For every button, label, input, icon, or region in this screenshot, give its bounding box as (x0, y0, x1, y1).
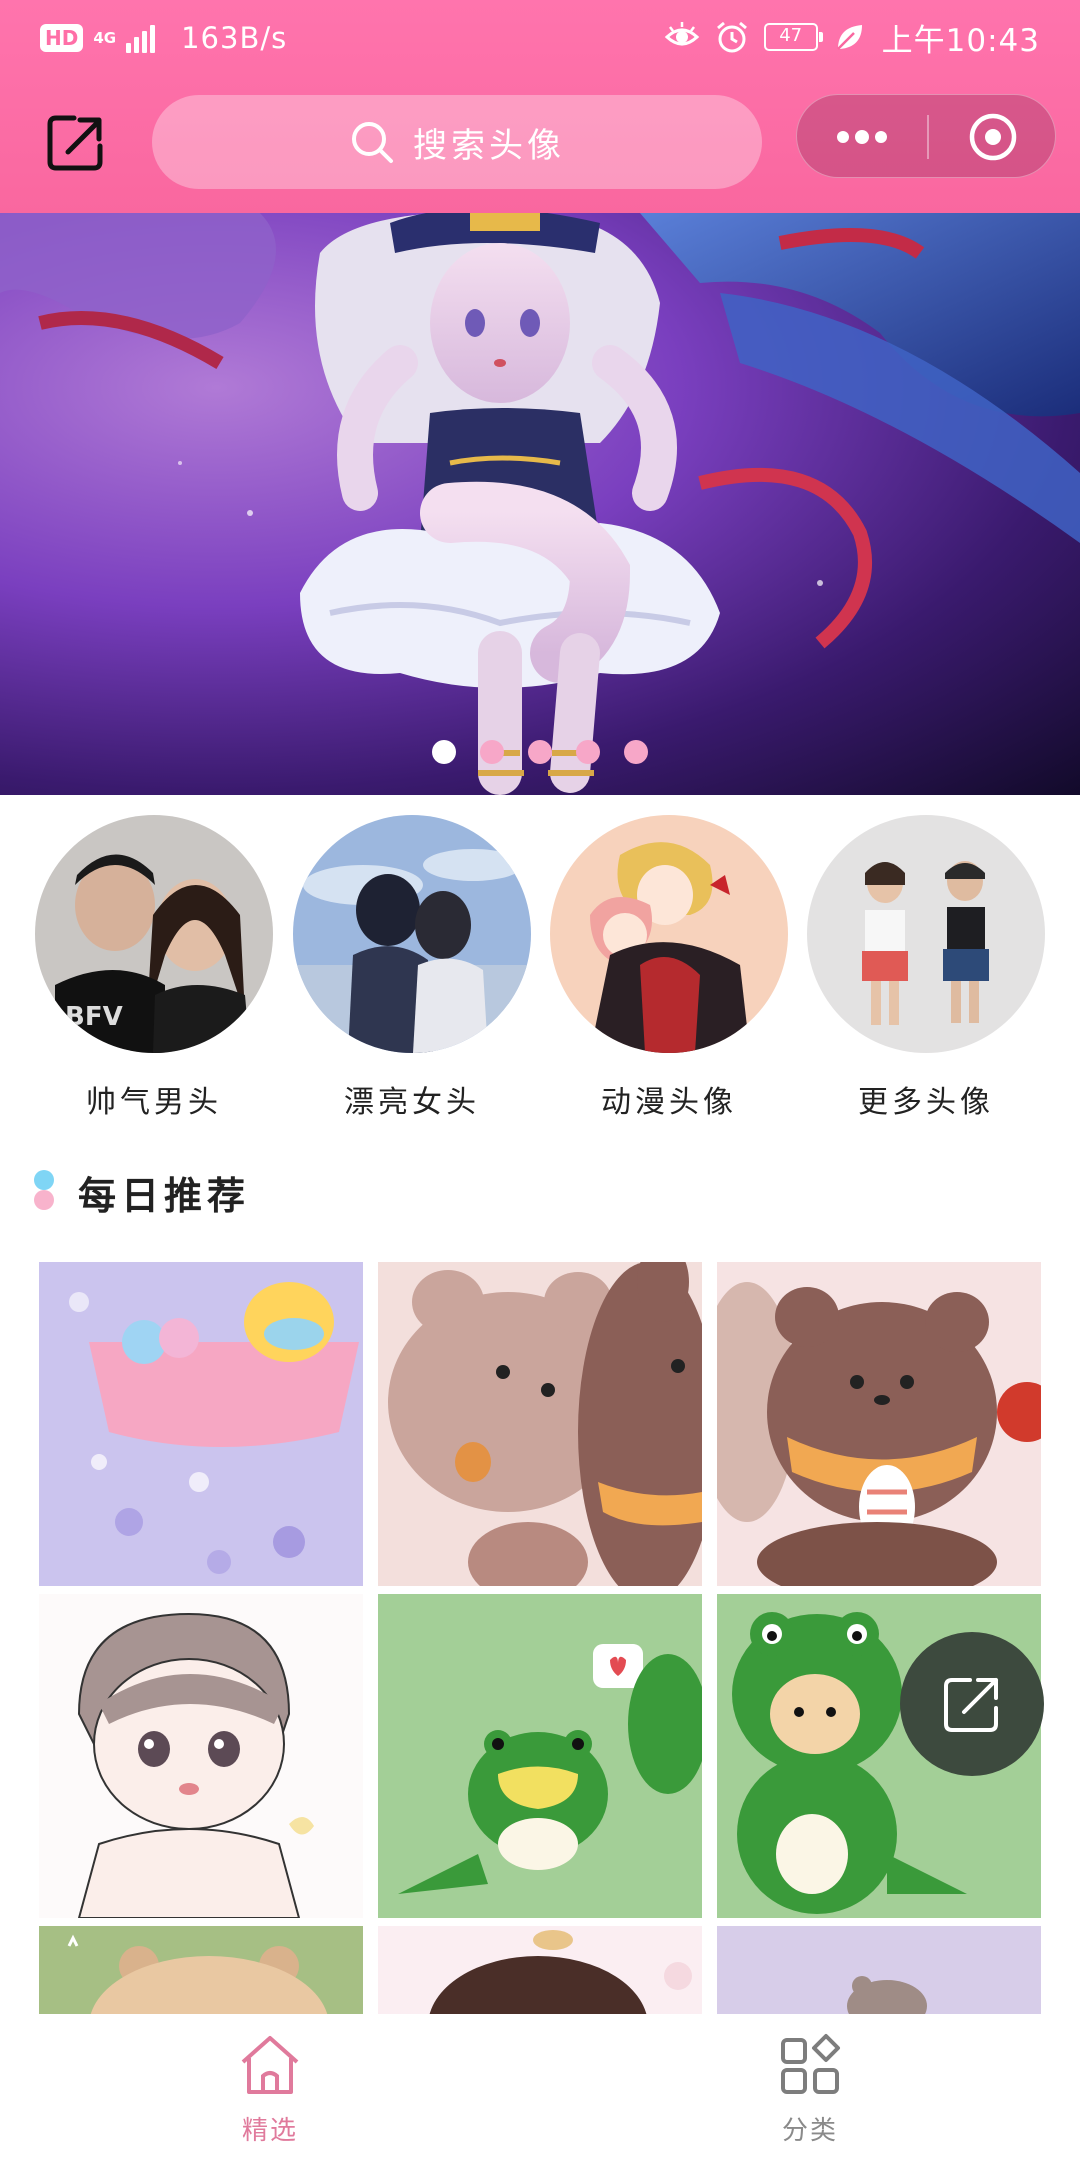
svg-text:BFV: BFV (65, 1002, 123, 1032)
status-bar: HD 4G 163B/s 47 上午10:43 (0, 0, 1080, 76)
mini-program-capsule (796, 94, 1056, 178)
more-button[interactable] (797, 95, 927, 179)
network-type: 4G (93, 28, 117, 47)
banner-dot[interactable] (528, 740, 552, 764)
bottom-tab-bar: 精选 分类 (0, 2014, 1080, 2160)
category-avatar: BFV (35, 815, 273, 1053)
eye-comfort-icon (664, 22, 699, 46)
category-handsome-male[interactable]: BFV 帅气男头 (35, 815, 273, 1121)
tab-label: 精选 (241, 2116, 298, 2146)
banner-dot[interactable] (432, 740, 456, 764)
recommend-tile[interactable] (378, 1926, 702, 2014)
target-close-icon (969, 113, 1016, 161)
banner-pagination (432, 740, 648, 764)
hd-badge: HD (40, 24, 84, 52)
share-icon[interactable] (44, 112, 106, 174)
alarm-icon (716, 21, 747, 53)
banner-dot[interactable] (624, 740, 648, 764)
network-speed: 163B/s (181, 21, 288, 55)
recommend-tile[interactable] (39, 1262, 363, 1586)
status-time: 上午10:43 (881, 22, 1040, 59)
recommend-tile[interactable] (717, 1926, 1041, 2014)
grid-category-icon (781, 2034, 840, 2094)
section-title: 每日推荐 (78, 1174, 251, 1218)
search-placeholder: 搜索头像 (413, 125, 565, 166)
more-dots-icon (837, 130, 887, 144)
category-avatar (807, 815, 1045, 1053)
section-decoration-icon (34, 1170, 56, 1212)
category-more[interactable]: 更多头像 (807, 815, 1045, 1121)
tab-label: 分类 (781, 2116, 838, 2146)
banner-carousel[interactable] (0, 213, 1080, 795)
tab-featured[interactable]: 精选 (170, 2032, 370, 2147)
battery-indicator: 47 (763, 23, 823, 51)
search-input[interactable]: 搜索头像 (152, 95, 762, 189)
category-label: 动漫头像 (601, 1085, 737, 1120)
recommend-tile[interactable] (378, 1262, 702, 1586)
signal-icon (126, 23, 156, 53)
banner-dot[interactable] (480, 740, 504, 764)
floating-share-button[interactable] (900, 1632, 1044, 1776)
banner-anime-illustration (0, 213, 1080, 795)
recommend-tile[interactable] (378, 1594, 702, 1918)
recommend-tile[interactable] (39, 1594, 363, 1918)
recommend-tile[interactable] (39, 1926, 363, 2014)
banner-dot[interactable] (576, 740, 600, 764)
tab-category[interactable]: 分类 (710, 2032, 910, 2147)
category-avatar (293, 815, 531, 1053)
recommend-tile[interactable] (717, 1262, 1041, 1586)
search-icon (352, 122, 393, 163)
home-icon (241, 2036, 299, 2094)
leaf-icon (836, 25, 862, 50)
close-mini-program-button[interactable] (928, 95, 1057, 179)
category-pretty-female[interactable]: 漂亮女头 (293, 815, 531, 1121)
category-label: 帅气男头 (86, 1085, 222, 1120)
category-avatar (550, 815, 788, 1053)
category-label: 漂亮女头 (344, 1085, 480, 1120)
share-out-icon (944, 1678, 998, 1732)
category-label: 更多头像 (858, 1085, 994, 1120)
category-anime[interactable]: 动漫头像 (550, 815, 788, 1121)
